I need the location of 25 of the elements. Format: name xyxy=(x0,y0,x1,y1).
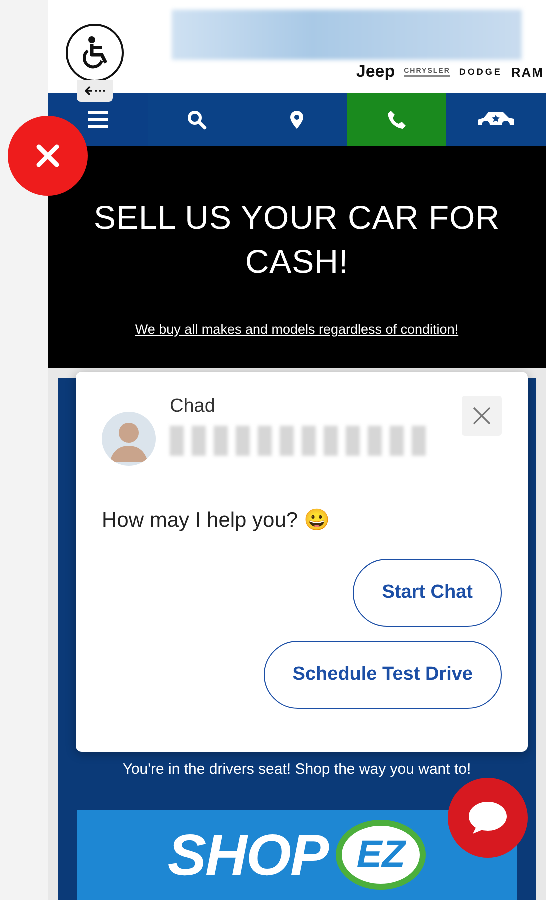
chat-bubble-icon xyxy=(467,800,509,836)
chat-message: How may I help you? 😀 xyxy=(102,508,331,533)
search-icon xyxy=(187,110,208,130)
ez-badge: EZ xyxy=(336,820,426,890)
close-icon xyxy=(34,142,62,170)
nav-car-button[interactable] xyxy=(446,93,546,146)
menu-icon xyxy=(86,110,109,129)
collapse-tab[interactable] xyxy=(77,80,113,102)
banner-word: SHOP xyxy=(168,822,328,888)
hero-link[interactable]: We buy all makes and models regardless of condition! xyxy=(135,322,459,338)
chat-option-button[interactable]: Schedule Test Drive xyxy=(264,641,502,709)
brand-logo: Jeep xyxy=(356,62,396,82)
chat-option-button[interactable]: Start Chat xyxy=(353,559,502,627)
close-icon xyxy=(472,406,492,426)
location-pin-icon xyxy=(288,110,305,130)
brand-logo: DODGE xyxy=(459,67,502,77)
nav-location-button[interactable] xyxy=(247,93,347,146)
avatar xyxy=(102,412,156,466)
arrow-left-icon xyxy=(85,86,105,96)
phone-icon xyxy=(386,110,407,130)
shop-banner[interactable]: SHOP EZ xyxy=(77,810,517,900)
tagline: You're in the drivers seat! Shop the way you want to! xyxy=(122,761,472,778)
agent-name: Chad xyxy=(170,396,216,418)
hero-title: SELL US YOUR CAR FOR CASH! xyxy=(92,198,502,282)
brand-logo: RAM xyxy=(511,64,544,80)
